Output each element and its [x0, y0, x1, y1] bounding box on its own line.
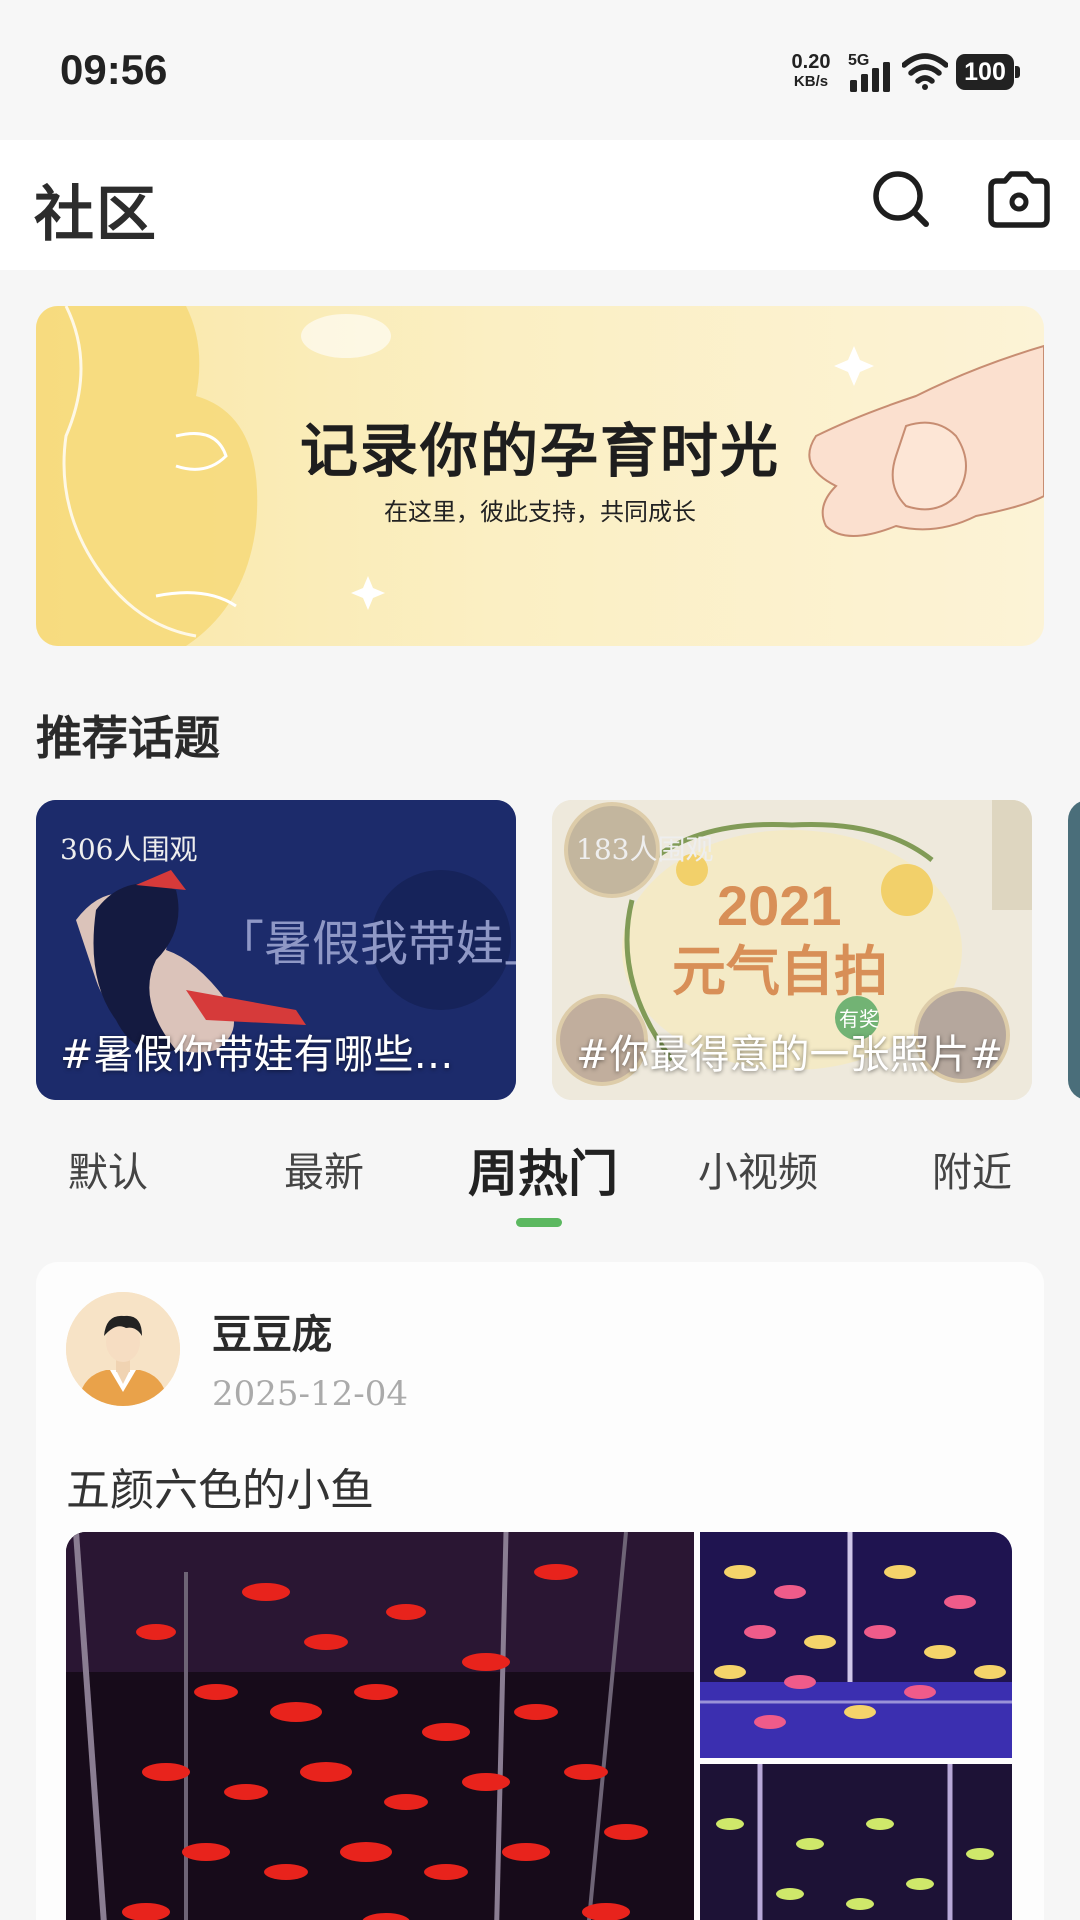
- tab-nearby[interactable]: 附近: [932, 1140, 1012, 1198]
- post-photo[interactable]: [700, 1764, 1012, 1920]
- tab-default[interactable]: 默认: [68, 1140, 148, 1198]
- network-speed-value: 0.20: [791, 51, 831, 73]
- network-speed-unit: KB/s: [793, 73, 829, 90]
- status-time: 09:56: [60, 46, 168, 93]
- tab-active-indicator: [516, 1218, 562, 1227]
- topic-card[interactable]: 2021 元气自拍 有奖 183人围观 #你最得意的一张照片#: [552, 800, 1032, 1100]
- post-card[interactable]: 豆豆庞 2025-12-04 五颜六色的小鱼: [36, 1262, 1044, 1920]
- status-bar: 09:56 0.20 KB/s 5G 100: [0, 0, 1080, 140]
- page-title: 社区: [34, 180, 158, 250]
- tab-weekly-hot[interactable]: 周热门: [468, 1134, 618, 1206]
- topic-card-partial[interactable]: [1068, 800, 1080, 1100]
- banner-subtitle: 在这里，彼此支持，共同成长: [384, 498, 696, 526]
- camera-button[interactable]: [984, 164, 1054, 234]
- topic-name: #你最得意的一张照片#: [576, 1032, 1004, 1078]
- author-name[interactable]: 豆豆庞: [212, 1302, 332, 1360]
- wifi-icon: [902, 53, 948, 90]
- post-photo[interactable]: [700, 1532, 1012, 1758]
- fish-photo-colorful: [700, 1532, 1012, 1758]
- post-date: 2025-12-04: [212, 1374, 409, 1414]
- signal-icon: [850, 62, 890, 92]
- topic-viewers: 183人围观: [576, 833, 714, 866]
- fish-photo-green: [700, 1764, 1012, 1920]
- topic-name: #暑假你带娃有哪些…: [60, 1032, 454, 1078]
- search-button[interactable]: [866, 164, 936, 234]
- battery-tip: [1015, 66, 1020, 78]
- battery-indicator: 100: [956, 54, 1020, 90]
- tab-latest[interactable]: 最新: [284, 1140, 364, 1198]
- promo-banner[interactable]: 记录你的孕育时光 在这里，彼此支持，共同成长: [36, 306, 1044, 646]
- recommended-topics-title: 推荐话题: [36, 711, 220, 765]
- fish-photo-red: [66, 1532, 694, 1920]
- avatar-image: [66, 1292, 180, 1406]
- topic-card[interactable]: 「暑假我带娃」 306人围观 #暑假你带娃有哪些…: [36, 800, 516, 1100]
- network-speed: 0.20 KB/s: [786, 52, 836, 92]
- battery-level: 100: [956, 54, 1014, 90]
- app-header: 社区: [0, 140, 1080, 270]
- feed-tabs: 默认 最新 周热门 小视频 附近: [0, 1130, 1080, 1227]
- tab-short-video[interactable]: 小视频: [698, 1140, 818, 1198]
- post-photo[interactable]: [66, 1532, 694, 1920]
- camera-icon: [988, 171, 1050, 228]
- banner-title: 记录你的孕育时光: [299, 417, 780, 485]
- post-text[interactable]: 五颜六色的小鱼: [66, 1454, 374, 1518]
- author-avatar[interactable]: [66, 1292, 180, 1406]
- search-icon: [873, 171, 929, 227]
- topic-art-text: 「暑假我带娃」: [216, 916, 516, 972]
- topic-viewers: 306人围观: [60, 833, 198, 866]
